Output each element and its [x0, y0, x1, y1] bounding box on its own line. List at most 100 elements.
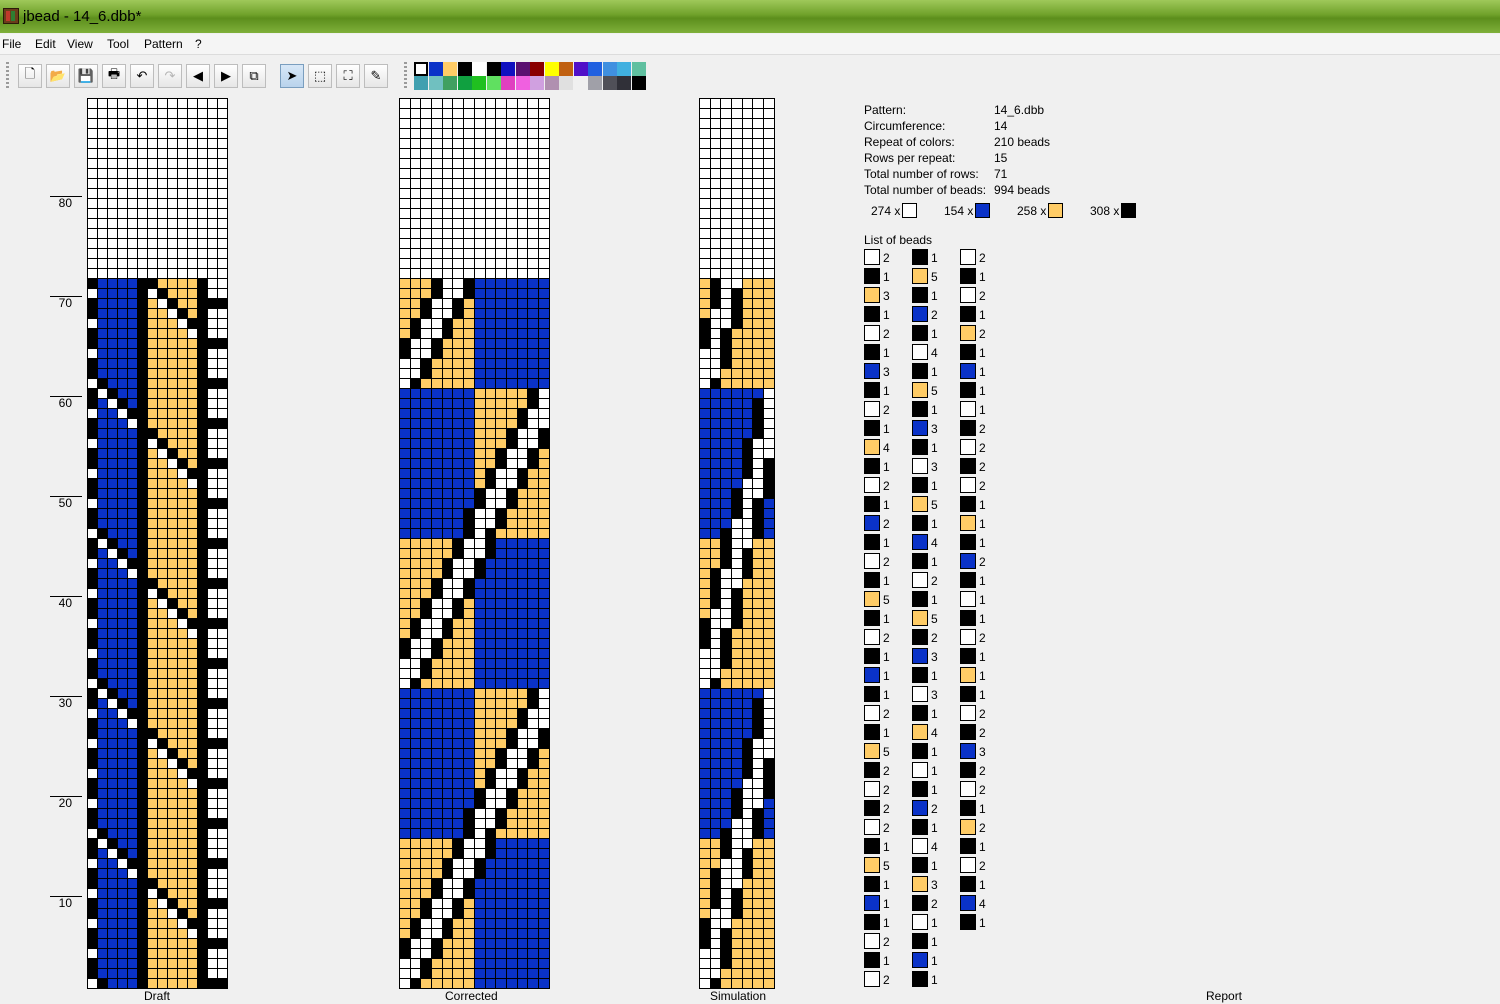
bead-cell[interactable] — [752, 978, 764, 988]
bead-cell[interactable] — [527, 718, 538, 728]
bead-cell[interactable] — [527, 518, 538, 528]
bead-cell[interactable] — [763, 268, 774, 278]
bead-cell[interactable] — [167, 788, 177, 798]
bead-cell[interactable] — [409, 908, 421, 918]
bead-cell[interactable] — [527, 188, 538, 198]
bead-cell[interactable] — [399, 678, 410, 688]
bead-cell[interactable] — [709, 468, 721, 478]
bead-cell[interactable] — [399, 388, 410, 398]
bead-cell[interactable] — [495, 608, 506, 618]
bead-cell[interactable] — [537, 798, 549, 808]
bead-cell[interactable] — [763, 838, 774, 848]
bead-cell[interactable] — [207, 798, 217, 808]
bead-cell[interactable] — [399, 138, 410, 148]
palette-swatch[interactable] — [631, 76, 646, 90]
bead-cell[interactable] — [197, 418, 207, 428]
bead-cell[interactable] — [167, 128, 177, 138]
bead-cell[interactable] — [699, 408, 710, 418]
bead-cell[interactable] — [484, 158, 496, 168]
bead-cell[interactable] — [505, 518, 517, 528]
bead-cell[interactable] — [167, 398, 177, 408]
bead-cell[interactable] — [720, 208, 732, 218]
bead-cell[interactable] — [157, 258, 167, 268]
bead-cell[interactable] — [741, 658, 753, 668]
bead-cell[interactable] — [699, 878, 710, 888]
bead-cell[interactable] — [187, 948, 197, 958]
bead-cell[interactable] — [107, 258, 117, 268]
bead-cell[interactable] — [117, 758, 127, 768]
bead-cell[interactable] — [752, 218, 764, 228]
bead-cell[interactable] — [699, 858, 710, 868]
bead-cell[interactable] — [147, 278, 157, 288]
palette-swatch[interactable] — [530, 62, 544, 76]
bead-cell[interactable] — [87, 538, 97, 548]
bead-cell[interactable] — [452, 528, 464, 538]
bead-cell[interactable] — [87, 878, 97, 888]
bead-cell[interactable] — [399, 828, 410, 838]
bead-cell[interactable] — [763, 778, 774, 788]
bead-cell[interactable] — [720, 868, 732, 878]
bead-cell[interactable] — [484, 458, 496, 468]
bead-cell[interactable] — [409, 678, 421, 688]
bead-cell[interactable] — [537, 368, 549, 378]
bead-cell[interactable] — [441, 408, 453, 418]
bead-cell[interactable] — [197, 428, 207, 438]
bead-cell[interactable] — [463, 758, 474, 768]
bead-cell[interactable] — [177, 838, 187, 848]
bead-cell[interactable] — [409, 488, 421, 498]
bead-cell[interactable] — [431, 728, 442, 738]
bead-cell[interactable] — [147, 458, 157, 468]
bead-cell[interactable] — [537, 848, 549, 858]
bead-cell[interactable] — [537, 468, 549, 478]
bead-cell[interactable] — [709, 798, 721, 808]
bead-cell[interactable] — [177, 938, 187, 948]
bead-cell[interactable] — [495, 868, 506, 878]
bead-cell[interactable] — [495, 798, 506, 808]
bead-cell[interactable] — [187, 158, 197, 168]
bead-cell[interactable] — [752, 498, 764, 508]
bead-cell[interactable] — [107, 638, 117, 648]
bead-cell[interactable] — [431, 558, 442, 568]
bead-cell[interactable] — [157, 558, 167, 568]
bead-cell[interactable] — [537, 588, 549, 598]
bead-cell[interactable] — [187, 438, 197, 448]
bead-cell[interactable] — [107, 828, 117, 838]
bead-cell[interactable] — [177, 458, 187, 468]
bead-cell[interactable] — [431, 828, 442, 838]
bead-cell[interactable] — [97, 388, 107, 398]
bead-cell[interactable] — [431, 888, 442, 898]
bead-cell[interactable] — [463, 708, 474, 718]
bead-cell[interactable] — [720, 168, 732, 178]
bead-cell[interactable] — [167, 258, 177, 268]
bead-cell[interactable] — [420, 458, 432, 468]
bead-cell[interactable] — [97, 188, 107, 198]
bead-cell[interactable] — [217, 448, 227, 458]
bead-cell[interactable] — [107, 228, 117, 238]
bead-cell[interactable] — [137, 538, 147, 548]
bead-cell[interactable] — [527, 258, 538, 268]
bead-cell[interactable] — [516, 958, 528, 968]
bead-cell[interactable] — [409, 118, 421, 128]
bead-cell[interactable] — [117, 848, 127, 858]
palette-swatch[interactable] — [544, 62, 559, 76]
bead-cell[interactable] — [137, 788, 147, 798]
bead-cell[interactable] — [452, 228, 464, 238]
bead-cell[interactable] — [505, 498, 517, 508]
bead-cell[interactable] — [495, 158, 506, 168]
bead-cell[interactable] — [207, 318, 217, 328]
bead-cell[interactable] — [473, 828, 485, 838]
bead-cell[interactable] — [167, 918, 177, 928]
bead-cell[interactable] — [709, 188, 721, 198]
bead-cell[interactable] — [87, 488, 97, 498]
bead-cell[interactable] — [495, 98, 506, 108]
bead-cell[interactable] — [147, 768, 157, 778]
arrange-right-button[interactable]: ▶ — [214, 64, 238, 88]
bead-cell[interactable] — [127, 128, 137, 138]
bead-cell[interactable] — [197, 758, 207, 768]
bead-cell[interactable] — [399, 148, 410, 158]
bead-cell[interactable] — [431, 638, 442, 648]
bead-cell[interactable] — [147, 678, 157, 688]
bead-cell[interactable] — [463, 788, 474, 798]
bead-cell[interactable] — [127, 978, 137, 988]
bead-cell[interactable] — [107, 468, 117, 478]
